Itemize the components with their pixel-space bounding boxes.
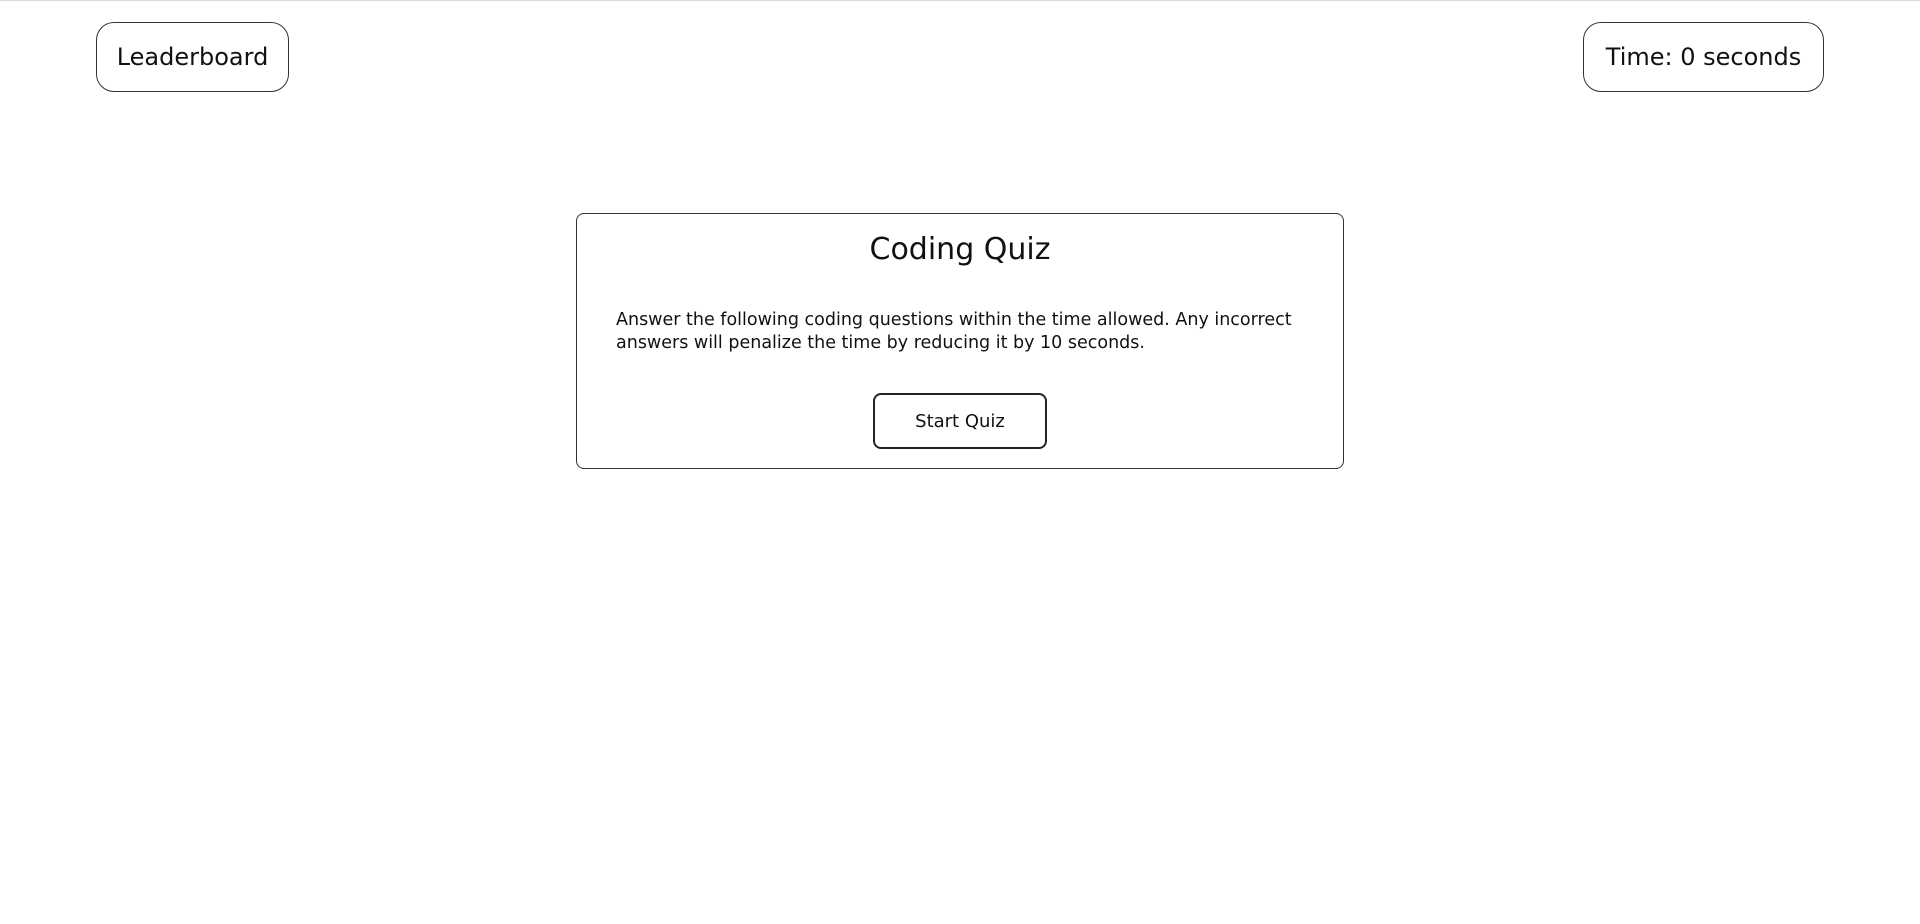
quiz-intro-card: Coding Quiz Answer the following coding … xyxy=(576,213,1344,469)
top-bar: Leaderboard Time: 0 seconds xyxy=(0,0,1920,120)
quiz-title: Coding Quiz xyxy=(869,232,1051,267)
leaderboard-button[interactable]: Leaderboard xyxy=(96,22,289,92)
start-quiz-button[interactable]: Start Quiz xyxy=(873,393,1047,449)
quiz-instructions: Answer the following coding questions wi… xyxy=(616,310,1292,353)
timer-display: Time: 0 seconds xyxy=(1583,22,1824,92)
